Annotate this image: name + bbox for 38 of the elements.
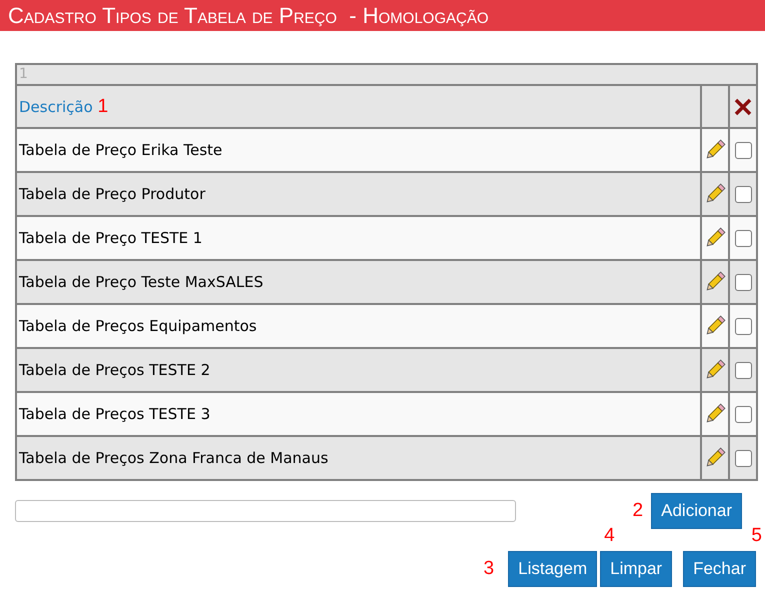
- annotation-number: 4: [604, 525, 615, 547]
- annotation-number: 2: [632, 500, 644, 522]
- table-cell: Tabela de Preço Produtor: [19, 185, 206, 203]
- row-checkbox[interactable]: [734, 450, 752, 468]
- row-checkbox[interactable]: [734, 406, 752, 424]
- row-checkbox[interactable]: [734, 230, 752, 248]
- pencil-icon[interactable]: [704, 315, 726, 337]
- list-button[interactable]: Listagem: [508, 551, 598, 587]
- add-button[interactable]: Adicionar: [651, 493, 742, 529]
- page-number: 1: [16, 64, 757, 85]
- table-cell: Tabela de Preço TESTE 1: [19, 229, 202, 247]
- close-button[interactable]: Fechar: [683, 551, 756, 587]
- table-cell: Tabela de Preços TESTE 3: [19, 405, 210, 423]
- pencil-icon[interactable]: [704, 447, 726, 469]
- column-header[interactable]: Descrição: [19, 98, 93, 116]
- pencil-icon[interactable]: [704, 183, 726, 205]
- window-title: Cadastro Tipos de Tabela de Preço - Homologação: [8, 2, 489, 28]
- pencil-icon[interactable]: [704, 139, 726, 161]
- table-cell: Tabela de Preços Equipamentos: [19, 317, 257, 335]
- table-cell: Tabela de Preço Erika Teste: [19, 141, 222, 159]
- annotation-number: 3: [484, 558, 494, 580]
- annotation-number: 1: [98, 96, 108, 116]
- row-checkbox[interactable]: [734, 274, 752, 292]
- row-checkbox[interactable]: [734, 186, 752, 204]
- table-cell: Tabela de Preço Teste MaxSALES: [19, 273, 264, 291]
- pencil-icon[interactable]: [704, 271, 726, 293]
- pencil-icon[interactable]: [704, 227, 726, 249]
- table-cell: Tabela de Preços TESTE 2: [19, 361, 210, 379]
- delete-icon[interactable]: [734, 98, 752, 116]
- row-checkbox[interactable]: [734, 142, 752, 160]
- description-input[interactable]: [15, 500, 516, 522]
- row-checkbox[interactable]: [734, 318, 752, 336]
- annotation-number: 5: [751, 525, 762, 547]
- table-cell: Tabela de Preços Zona Franca de Manaus: [19, 449, 328, 467]
- pencil-icon[interactable]: [704, 403, 726, 425]
- row-checkbox[interactable]: [734, 362, 752, 380]
- clear-button[interactable]: Limpar: [600, 551, 672, 587]
- pencil-icon[interactable]: [704, 359, 726, 381]
